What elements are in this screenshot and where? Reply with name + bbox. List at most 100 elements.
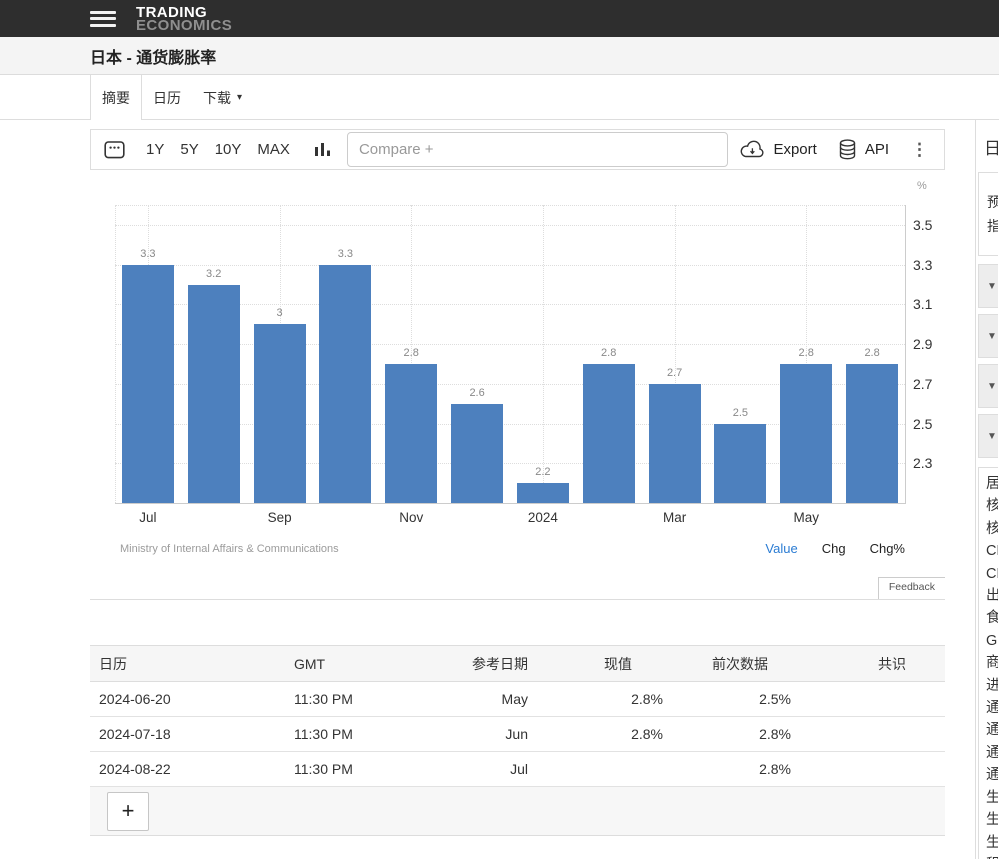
sidebar-link[interactable]: 指: [987, 214, 998, 238]
sidebar-indicator-link[interactable]: 通: [986, 697, 998, 719]
bar-may-2024[interactable]: [780, 364, 832, 503]
column-header: 现值: [530, 646, 665, 682]
sidebar-indicator-link[interactable]: 居: [986, 473, 998, 495]
date-range-calendar-button[interactable]: [99, 136, 130, 163]
hamburger-menu-icon[interactable]: [90, 7, 117, 30]
range-5y[interactable]: 5Y: [172, 141, 206, 158]
tab-calendar[interactable]: 日历: [142, 75, 192, 120]
bar-aug-2023[interactable]: [188, 285, 240, 504]
sidebar-indicator-link[interactable]: 核: [986, 518, 998, 540]
main-column: 1Y5Y10YMAX Export: [90, 120, 945, 859]
x-axis-tick: Jul: [118, 510, 178, 525]
y-axis-tick: 2.7: [913, 376, 953, 392]
bar-value-label: 2.8: [773, 347, 839, 359]
bar-sep-2023[interactable]: [254, 324, 306, 503]
range-1y[interactable]: 1Y: [138, 141, 172, 158]
sidebar-links-box: 预指: [978, 172, 998, 256]
cloud-download-icon: [739, 140, 766, 159]
sidebar-indicator-link[interactable]: 核: [986, 495, 998, 517]
column-header: 参考日期: [450, 646, 530, 682]
api-button[interactable]: API: [831, 138, 895, 161]
bar-mar-2024[interactable]: [649, 384, 701, 503]
feedback-link[interactable]: Feedback: [878, 577, 945, 599]
bar-value-label: 2.5: [708, 407, 774, 419]
sidebar-indicator-link[interactable]: 商: [986, 652, 998, 674]
calendar-table: 日历GMT参考日期现值前次数据共识 2024-06-2011:30 PMMay2…: [90, 645, 945, 787]
legend-value[interactable]: Value: [765, 541, 797, 556]
caret-down-icon: ▼: [987, 281, 997, 292]
sidebar-indicator-link[interactable]: G: [986, 630, 998, 652]
sidebar-indicator-link[interactable]: 食: [986, 607, 998, 629]
tab-summary[interactable]: 摘要: [90, 75, 142, 120]
column-header: GMT: [285, 646, 450, 682]
bar-nov-2023[interactable]: [385, 364, 437, 503]
sidebar-indicator-link[interactable]: 租: [986, 854, 998, 859]
table-cell: 2.8%: [530, 682, 665, 717]
sidebar-indicator-link[interactable]: 生: [986, 832, 998, 854]
sidebar-indicator-link[interactable]: 生: [986, 809, 998, 831]
bar-jul-2023[interactable]: [122, 265, 174, 503]
range-max[interactable]: MAX: [249, 141, 298, 158]
chart-mode-switcher: Value Chg Chg%: [765, 541, 905, 556]
database-icon: [837, 138, 858, 161]
legend-chgpct[interactable]: Chg%: [870, 541, 905, 556]
sidebar-dropdown-2[interactable]: ▼: [978, 314, 998, 358]
sidebar-indicator-link[interactable]: CP: [986, 540, 998, 562]
gridline-horizontal: [115, 205, 905, 206]
bar-value-label: 2.8: [839, 347, 905, 359]
gridline-horizontal: [115, 225, 905, 226]
bar-feb-2024[interactable]: [583, 364, 635, 503]
add-to-calendar-button[interactable]: +: [107, 792, 149, 831]
column-header: 前次数据: [665, 646, 793, 682]
bar-oct-2023[interactable]: [319, 265, 371, 503]
sidebar-link[interactable]: 预: [987, 190, 998, 214]
table-cell: 11:30 PM: [285, 717, 450, 752]
export-label: Export: [773, 141, 816, 158]
legend-chg[interactable]: Chg: [822, 541, 846, 556]
chart-card: % 3.33.233.32.82.62.22.82.72.52.82.8 3.5…: [90, 170, 945, 600]
y-axis-tick: 3.1: [913, 296, 953, 312]
sidebar-indicator-link[interactable]: 通: [986, 719, 998, 741]
y-axis-tick: 3.3: [913, 257, 953, 273]
table-row[interactable]: 2024-08-2211:30 PMJul2.8%: [90, 752, 945, 787]
column-header: 日历: [90, 646, 285, 682]
logo[interactable]: TRADING ECONOMICS: [136, 6, 232, 32]
x-axis-tick: Mar: [645, 510, 705, 525]
bar-apr-2024[interactable]: [714, 424, 766, 504]
x-axis-tick: 2024: [513, 510, 573, 525]
caret-down-icon: ▼: [987, 331, 997, 342]
sidebar-dropdown-3[interactable]: ▼: [978, 364, 998, 408]
chart-plot: 3.33.233.32.82.62.22.82.72.52.82.8: [115, 205, 906, 504]
tab-label: 摘要: [102, 88, 130, 108]
sidebar-heading: 日: [984, 134, 998, 159]
table-cell: Jul: [450, 752, 530, 787]
sidebar-indicator-link[interactable]: CP: [986, 563, 998, 585]
table-row[interactable]: 2024-07-1811:30 PMJun2.8%2.8%: [90, 717, 945, 752]
sidebar-indicator-link[interactable]: 进: [986, 675, 998, 697]
bar-dec-2023[interactable]: [451, 404, 503, 503]
sidebar-indicator-link[interactable]: 出: [986, 585, 998, 607]
sidebar-indicator-link[interactable]: 通: [986, 764, 998, 786]
range-10y[interactable]: 10Y: [207, 141, 250, 158]
sidebar-indicator-link[interactable]: 通: [986, 742, 998, 764]
more-options-button[interactable]: ⋮: [905, 140, 934, 160]
bar-value-label: 3: [247, 307, 313, 319]
chart-toolbar: 1Y5Y10YMAX Export: [90, 129, 945, 170]
sidebar-dropdown-1[interactable]: ▼: [978, 264, 998, 308]
export-button[interactable]: Export: [733, 140, 822, 159]
table-header-row: 日历GMT参考日期现值前次数据共识: [90, 646, 945, 682]
tab-download[interactable]: 下载▾: [192, 75, 253, 120]
chart-type-button[interactable]: [310, 139, 335, 160]
caret-down-icon: ▼: [987, 431, 997, 442]
caret-down-icon: ▼: [987, 381, 997, 392]
bar-jun-2024[interactable]: [846, 364, 898, 503]
api-label: API: [865, 141, 889, 158]
compare-input[interactable]: [347, 132, 728, 167]
table-row[interactable]: 2024-06-2011:30 PMMay2.8%2.5%: [90, 682, 945, 717]
table-cell: 2.8%: [665, 717, 793, 752]
bar-jan-2024[interactable]: [517, 483, 569, 503]
sidebar-indicator-link[interactable]: 生: [986, 787, 998, 809]
sidebar-dropdown-4[interactable]: ▼: [978, 414, 998, 458]
bar-chart-icon: [314, 141, 331, 158]
table-cell: 11:30 PM: [285, 682, 450, 717]
